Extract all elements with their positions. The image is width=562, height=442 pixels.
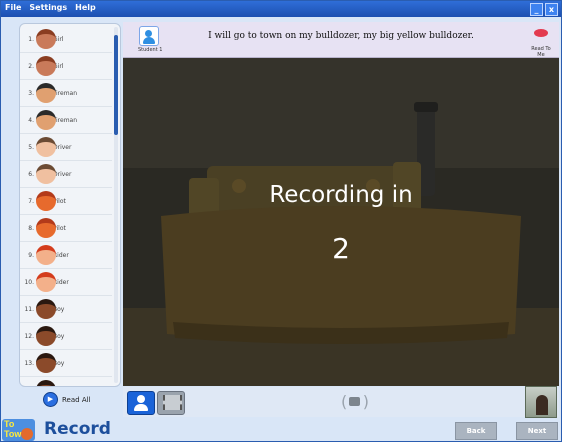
role-list: 1. Girl 2. Girl 3. Fireman 4. Fireman 5. Driver 6.… (20, 26, 112, 388)
role-item[interactable]: 2. Girl (20, 53, 112, 80)
lips-icon (534, 29, 548, 37)
footer-bar: To Town Record Back Next (1, 418, 561, 441)
bottom-toolbar: ( ) (123, 386, 559, 418)
read-to-me-button[interactable]: Read To Me (527, 26, 555, 58)
film-view-button[interactable] (157, 391, 185, 415)
role-item[interactable]: 6. Driver (20, 161, 112, 188)
line-text: I will go to town on my bulldozer, my bi… (208, 31, 474, 41)
menu-file[interactable]: File (5, 3, 21, 12)
next-button[interactable]: Next (516, 422, 558, 440)
menu-help[interactable]: Help (75, 3, 96, 12)
role-number: 9. (28, 251, 34, 259)
actor-view-button[interactable] (127, 391, 155, 415)
bracket-left-icon: ( (341, 392, 348, 411)
role-item[interactable]: 11. Boy (20, 296, 112, 323)
record-control[interactable]: ( ) (341, 392, 369, 412)
role-number: 10. (24, 278, 34, 286)
character-avatar-icon (36, 110, 56, 130)
role-item[interactable]: 8. Pilot (20, 215, 112, 242)
character-avatar-icon (36, 245, 56, 265)
role-number: 4. (28, 116, 34, 124)
character-avatar-icon (36, 29, 56, 49)
role-label: Boy (53, 387, 64, 388)
role-item[interactable]: 3. Fireman (20, 80, 112, 107)
minimize-button[interactable]: _ (530, 3, 543, 16)
webcam-thumbnail[interactable] (525, 386, 557, 418)
role-item[interactable]: 5. Driver (20, 134, 112, 161)
role-number: 14. (20, 387, 34, 388)
role-number: 13. (24, 359, 34, 367)
sidebar-scrollbar[interactable] (114, 27, 118, 383)
role-item[interactable]: 13. Boy (20, 350, 112, 377)
role-number: 3. (28, 89, 34, 97)
role-number: 1. (28, 35, 34, 43)
read-all-label: Read All (62, 395, 91, 404)
close-button[interactable]: x (545, 3, 558, 16)
role-item[interactable]: 10. Rider (20, 269, 112, 296)
character-avatar-icon (36, 164, 56, 184)
back-button[interactable]: Back (455, 422, 497, 440)
menu-settings[interactable]: Settings (29, 3, 67, 12)
menu-bar: File Settings Help _ x (1, 1, 561, 17)
window-controls: _ x (530, 3, 558, 16)
role-number: 11. (24, 305, 34, 313)
character-avatar-icon (36, 299, 56, 319)
stage-view: Recording in 2 (123, 58, 559, 386)
character-avatar-icon (36, 137, 56, 157)
character-avatar-icon (36, 218, 56, 238)
recording-label: Recording in (269, 182, 413, 208)
app-window: File Settings Help _ x 1. Girl 2. Girl 3. Fir… (0, 0, 562, 442)
role-number: 7. (28, 197, 34, 205)
scroll-thumb[interactable] (114, 35, 118, 135)
character-avatar-icon (36, 191, 56, 211)
student-label: Student 1 (138, 47, 163, 53)
character-avatar-icon (36, 83, 56, 103)
role-number: 12. (24, 332, 34, 340)
character-avatar-icon (36, 56, 56, 76)
role-item[interactable]: 4. Fireman (20, 107, 112, 134)
read-to-me-label: Read To Me (531, 46, 551, 58)
recorder-icon (349, 397, 360, 406)
role-item[interactable]: 12. Boy (20, 323, 112, 350)
character-avatar-icon (36, 353, 56, 373)
role-item[interactable]: 1. Girl (20, 26, 112, 53)
role-label: Fireman (53, 116, 78, 124)
app-logo: To Town (2, 419, 35, 441)
role-item[interactable]: 14. Boy (20, 377, 112, 388)
role-item[interactable]: 7. Pilot (20, 188, 112, 215)
read-all-button[interactable]: ▶ Read All (43, 392, 91, 407)
character-avatar-icon (36, 380, 56, 386)
menu: File Settings Help (5, 3, 96, 12)
recording-countdown: 2 (332, 232, 350, 265)
role-label: Fireman (53, 89, 78, 97)
role-number: 5. (28, 143, 34, 151)
role-sidebar: 1. Girl 2. Girl 3. Fireman 4. Fireman 5. Driver 6.… (19, 23, 121, 387)
role-number: 2. (28, 62, 34, 70)
role-number: 6. (28, 170, 34, 178)
play-icon: ▶ (43, 392, 58, 407)
line-strip: Student 1 I will go to town on my bulldo… (123, 22, 559, 58)
role-number: 8. (28, 224, 34, 232)
character-avatar-icon (36, 326, 56, 346)
role-item[interactable]: 9. Rider (20, 242, 112, 269)
recording-overlay: Recording in 2 (123, 58, 559, 386)
character-avatar-icon (36, 272, 56, 292)
bracket-right-icon: ) (362, 392, 369, 411)
mode-title: Record (44, 419, 111, 439)
